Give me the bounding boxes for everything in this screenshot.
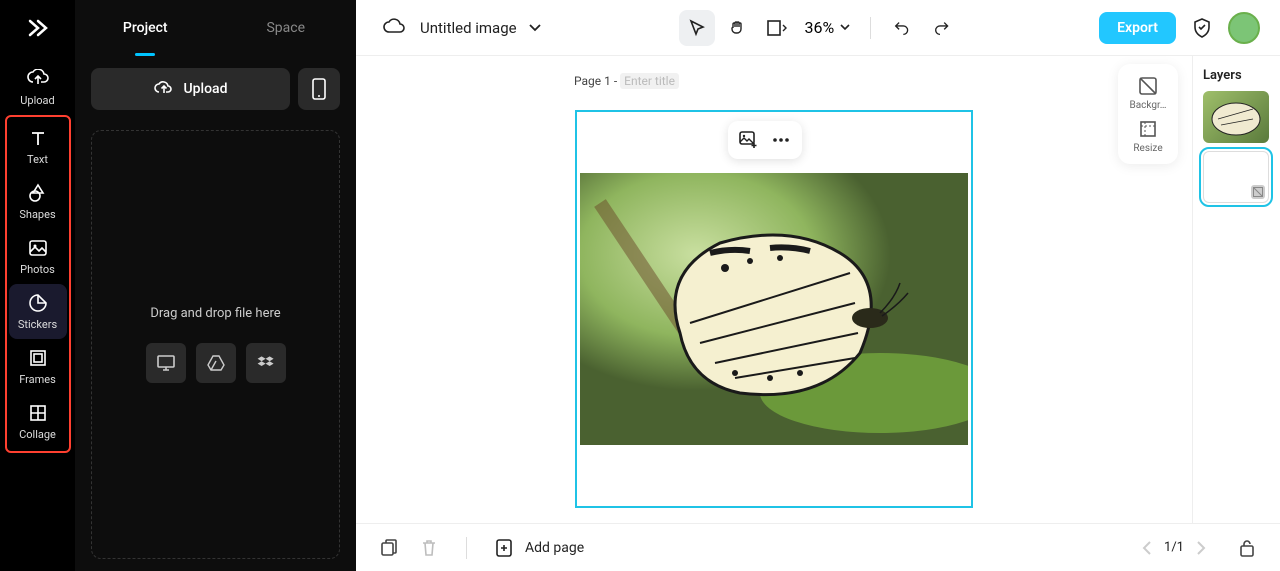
resize-action[interactable]: Resize — [1126, 117, 1170, 154]
more-icon[interactable] — [770, 129, 792, 151]
canvas-page[interactable] — [575, 110, 973, 508]
chevron-down-icon — [529, 24, 541, 32]
upload-label: Upload — [184, 81, 228, 97]
undo-button[interactable] — [885, 10, 921, 46]
source-computer[interactable] — [146, 343, 186, 383]
monitor-icon — [156, 354, 176, 372]
side-tabs: Project Space — [75, 0, 356, 56]
shield-icon[interactable] — [1184, 10, 1220, 46]
rail-item-upload[interactable]: Upload — [9, 60, 67, 115]
page-navigation: 1/1 — [1142, 540, 1206, 555]
view-tools: 36% — [679, 10, 962, 46]
prev-page-button[interactable] — [1142, 541, 1152, 555]
tab-space[interactable]: Space — [216, 0, 357, 56]
chevron-down-icon — [840, 24, 850, 31]
lock-icon[interactable] — [1234, 535, 1260, 561]
background-icon — [1136, 74, 1160, 98]
phone-icon — [312, 78, 326, 100]
page-title-input[interactable]: Enter title — [620, 73, 679, 89]
google-drive-icon — [206, 354, 226, 372]
page-counter: 1/1 — [1164, 540, 1184, 555]
left-rail: Upload Text Shapes Photos Stickers Frame… — [0, 0, 75, 571]
page-side-actions: Backgr… Resize — [1118, 64, 1178, 164]
zoom-value: 36% — [805, 18, 835, 37]
divider — [870, 17, 871, 39]
rail-item-text[interactable]: Text — [9, 119, 67, 174]
frame-tool[interactable] — [759, 10, 795, 46]
zoom-control[interactable]: 36% — [799, 18, 857, 37]
background-action[interactable]: Backgr… — [1126, 74, 1170, 111]
page-label: Page 1 - Enter title — [574, 74, 679, 88]
add-page-icon — [491, 535, 517, 561]
canvas-image[interactable] — [580, 173, 968, 445]
tools-highlighted-group: Text Shapes Photos Stickers Frames Colla… — [5, 115, 71, 453]
frames-icon — [27, 347, 49, 369]
stickers-icon — [27, 292, 49, 314]
rail-item-stickers[interactable]: Stickers — [9, 284, 67, 339]
rail-label: Upload — [20, 94, 54, 107]
dropbox-icon — [256, 354, 276, 372]
cloud-upload-icon — [154, 80, 174, 98]
source-drive[interactable] — [196, 343, 236, 383]
next-page-button[interactable] — [1196, 541, 1206, 555]
bottombar: Add page 1/1 — [356, 523, 1280, 571]
avatar[interactable] — [1228, 12, 1260, 44]
app-logo[interactable] — [22, 12, 54, 44]
rail-label: Collage — [19, 428, 56, 441]
source-dropbox[interactable] — [246, 343, 286, 383]
add-page-button[interactable]: Add page — [491, 535, 584, 561]
layers-title: Layers — [1203, 68, 1270, 83]
rail-item-shapes[interactable]: Shapes — [9, 174, 67, 229]
drop-text: Drag and drop file here — [150, 306, 280, 321]
cloud-status-icon[interactable] — [376, 10, 412, 46]
rail-label: Frames — [19, 373, 56, 386]
rail-label: Stickers — [18, 318, 57, 331]
resize-icon — [1136, 117, 1160, 141]
upload-button[interactable]: Upload — [91, 68, 290, 110]
export-button[interactable]: Export — [1099, 12, 1176, 44]
rail-item-collage[interactable]: Collage — [9, 394, 67, 449]
text-icon — [27, 127, 49, 149]
rail-label: Photos — [20, 263, 55, 276]
cursor-tool[interactable] — [679, 10, 715, 46]
hand-tool[interactable] — [719, 10, 755, 46]
canvas-area: Page 1 - Enter title — [356, 56, 1192, 523]
page-floating-tools — [728, 121, 802, 159]
layer-thumb-blank[interactable] — [1203, 151, 1269, 203]
main-area: Untitled image 36% Export Page 1 - Enter… — [356, 0, 1280, 571]
duplicate-page-icon[interactable] — [376, 535, 402, 561]
document-title[interactable]: Untitled image — [420, 19, 541, 37]
tab-project[interactable]: Project — [75, 0, 216, 56]
drop-zone[interactable]: Drag and drop file here — [91, 130, 340, 559]
mobile-upload-button[interactable] — [298, 68, 340, 110]
cloud-upload-icon — [27, 68, 49, 90]
shapes-icon — [27, 182, 49, 204]
rail-label: Shapes — [19, 208, 55, 221]
collage-icon — [27, 402, 49, 424]
butterfly-image-content — [580, 173, 968, 445]
add-page-label: Add page — [525, 540, 584, 556]
layer-thumb-image[interactable] — [1203, 91, 1269, 143]
photos-icon — [27, 237, 49, 259]
redo-button[interactable] — [925, 10, 961, 46]
divider — [466, 537, 467, 559]
side-panel: Project Space Upload Drag and drop file … — [75, 0, 356, 571]
topbar: Untitled image 36% Export — [356, 0, 1280, 56]
layers-panel: Layers — [1192, 56, 1280, 523]
no-background-icon — [1251, 185, 1265, 199]
rail-label: Text — [27, 153, 48, 166]
document-title-text: Untitled image — [420, 19, 517, 37]
delete-page-icon[interactable] — [416, 535, 442, 561]
rail-item-frames[interactable]: Frames — [9, 339, 67, 394]
add-image-icon[interactable] — [738, 129, 760, 151]
rail-item-photos[interactable]: Photos — [9, 229, 67, 284]
